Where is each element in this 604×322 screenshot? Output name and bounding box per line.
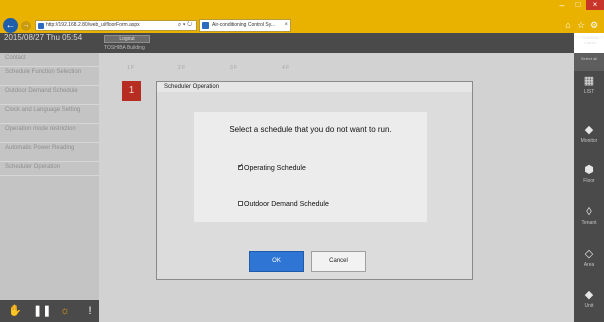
- forward-button[interactable]: →: [21, 21, 31, 31]
- ok-button[interactable]: OK: [249, 251, 304, 272]
- operating-schedule-checkbox[interactable]: [238, 162, 244, 171]
- address-bar-actions[interactable]: ⌕ ▾ ↻: [172, 20, 198, 31]
- sidebar: Contact Schedule Function Selection Outd…: [0, 53, 99, 300]
- sidebar-item-label: Operation mode restriction: [5, 126, 76, 132]
- sidebar-item-label: Outdoor Demand Schedule: [5, 88, 78, 94]
- unit-icon: ◆: [584, 289, 594, 301]
- building-name: TOSHIBA Building: [104, 45, 145, 51]
- sidebar-item-schedule-function[interactable]: Schedule Function Selection: [0, 67, 99, 86]
- back-button[interactable]: ←: [3, 18, 18, 33]
- monitor-button[interactable]: ◆ Monitor: [574, 122, 604, 154]
- window-close-button[interactable]: ×: [586, 0, 604, 10]
- operating-schedule-option[interactable]: Operating Schedule: [238, 162, 306, 173]
- dialog-body: Select a schedule that you do not want t…: [157, 92, 472, 279]
- tab-title: Air-conditioning Control Sy...: [212, 22, 275, 28]
- operating-schedule-label: Operating Schedule: [244, 165, 306, 172]
- monitor-icon: ◆: [584, 124, 594, 136]
- brand-logo: TOSHIBA Carrier: [581, 35, 599, 45]
- pause-icon[interactable]: ❚❚: [33, 304, 51, 318]
- favorites-star-icon[interactable]: ☆: [576, 20, 586, 30]
- sidebar-item-contact[interactable]: Contact: [0, 53, 99, 67]
- floor-button[interactable]: ⬢ Floor: [574, 162, 604, 194]
- unit-button[interactable]: ◆ Unit: [574, 287, 604, 319]
- home-icon[interactable]: ⌂: [563, 20, 573, 30]
- area-button[interactable]: ◇ Area: [574, 246, 604, 278]
- cancel-button[interactable]: Cancel: [311, 251, 366, 272]
- datetime-display: 2015/08/27 Thu 05:54: [4, 33, 83, 42]
- window-minimize-button[interactable]: –: [556, 0, 568, 10]
- floor-tab-1f[interactable]: 1 F: [127, 65, 134, 71]
- tenant-icon: ◊: [586, 206, 592, 218]
- floor-tab-4f[interactable]: 4 F: [282, 65, 289, 71]
- window-maximize-button[interactable]: □: [572, 0, 584, 10]
- select-all-button[interactable]: Select all: [574, 53, 604, 71]
- list-button-label: LIST: [583, 89, 595, 95]
- tenant-button-label: Tenant: [581, 220, 597, 226]
- back-arrow-icon: ←: [5, 20, 16, 31]
- list-icon: ▦: [583, 75, 595, 87]
- browser-tab[interactable]: Air-conditioning Control Sy... ×: [199, 19, 291, 32]
- alert-icon[interactable]: !: [83, 304, 97, 318]
- floor-number-badge: 1: [122, 81, 141, 101]
- sun-icon[interactable]: ☼: [58, 304, 72, 318]
- sidebar-item-power-reading[interactable]: Automatic Power Reading: [0, 143, 99, 162]
- sidebar-item-label: Automatic Power Reading: [5, 145, 75, 151]
- gear-icon[interactable]: ⚙: [589, 20, 599, 30]
- dialog-prompt: Select a schedule that you do not want t…: [229, 125, 392, 134]
- sidebar-item-label: Scheduler Operation: [5, 164, 61, 170]
- outdoor-demand-checkbox[interactable]: [238, 200, 243, 206]
- floor-tab-3f[interactable]: 3 F: [230, 65, 237, 71]
- unit-button-label: Unit: [584, 303, 594, 309]
- area-icon: ◇: [584, 248, 594, 260]
- sidebar-item-label: Contact: [5, 55, 26, 61]
- url-text: http://192.168.2.80/web_ui/floorForm.asp…: [46, 22, 140, 28]
- tab-favicon-icon: [202, 22, 209, 29]
- sidebar-item-outdoor-demand[interactable]: Outdoor Demand Schedule: [0, 86, 99, 105]
- sidebar-item-operation-mode[interactable]: Operation mode restriction: [0, 124, 99, 143]
- scheduler-operation-dialog: Scheduler Operation Select a schedule th…: [156, 81, 473, 280]
- list-button[interactable]: ▦ LIST: [574, 73, 604, 105]
- area-button-label: Area: [583, 262, 595, 268]
- sidebar-item-clock-language[interactable]: Clock and Language Setting: [0, 105, 99, 124]
- app-header: [0, 33, 574, 53]
- tab-close-icon[interactable]: ×: [284, 20, 288, 31]
- sidebar-item-label: Schedule Function Selection: [5, 69, 82, 75]
- schedule-options-panel: Select a schedule that you do not want t…: [194, 112, 427, 222]
- page-icon: [38, 23, 44, 29]
- forward-arrow-icon: →: [22, 22, 30, 29]
- floor-tab-2f[interactable]: 2 F: [178, 65, 185, 71]
- floor-tabs: 1 F 2 F 3 F 4 F: [124, 65, 324, 73]
- monitor-button-label: Monitor: [580, 138, 598, 144]
- sidebar-item-label: Clock and Language Setting: [5, 107, 81, 113]
- logout-button[interactable]: Logout: [104, 35, 150, 43]
- outdoor-demand-label: Outdoor Demand Schedule: [244, 201, 329, 208]
- outdoor-demand-option[interactable]: Outdoor Demand Schedule: [238, 200, 329, 209]
- dialog-title: Scheduler Operation: [157, 82, 472, 92]
- hand-icon[interactable]: ✋: [8, 304, 22, 318]
- window-titlebar: [0, 0, 604, 17]
- tenant-button[interactable]: ◊ Tenant: [574, 204, 604, 236]
- sidebar-item-scheduler-operation[interactable]: Scheduler Operation: [0, 162, 99, 176]
- floor-icon: ⬢: [584, 164, 594, 176]
- floor-button-label: Floor: [583, 178, 595, 184]
